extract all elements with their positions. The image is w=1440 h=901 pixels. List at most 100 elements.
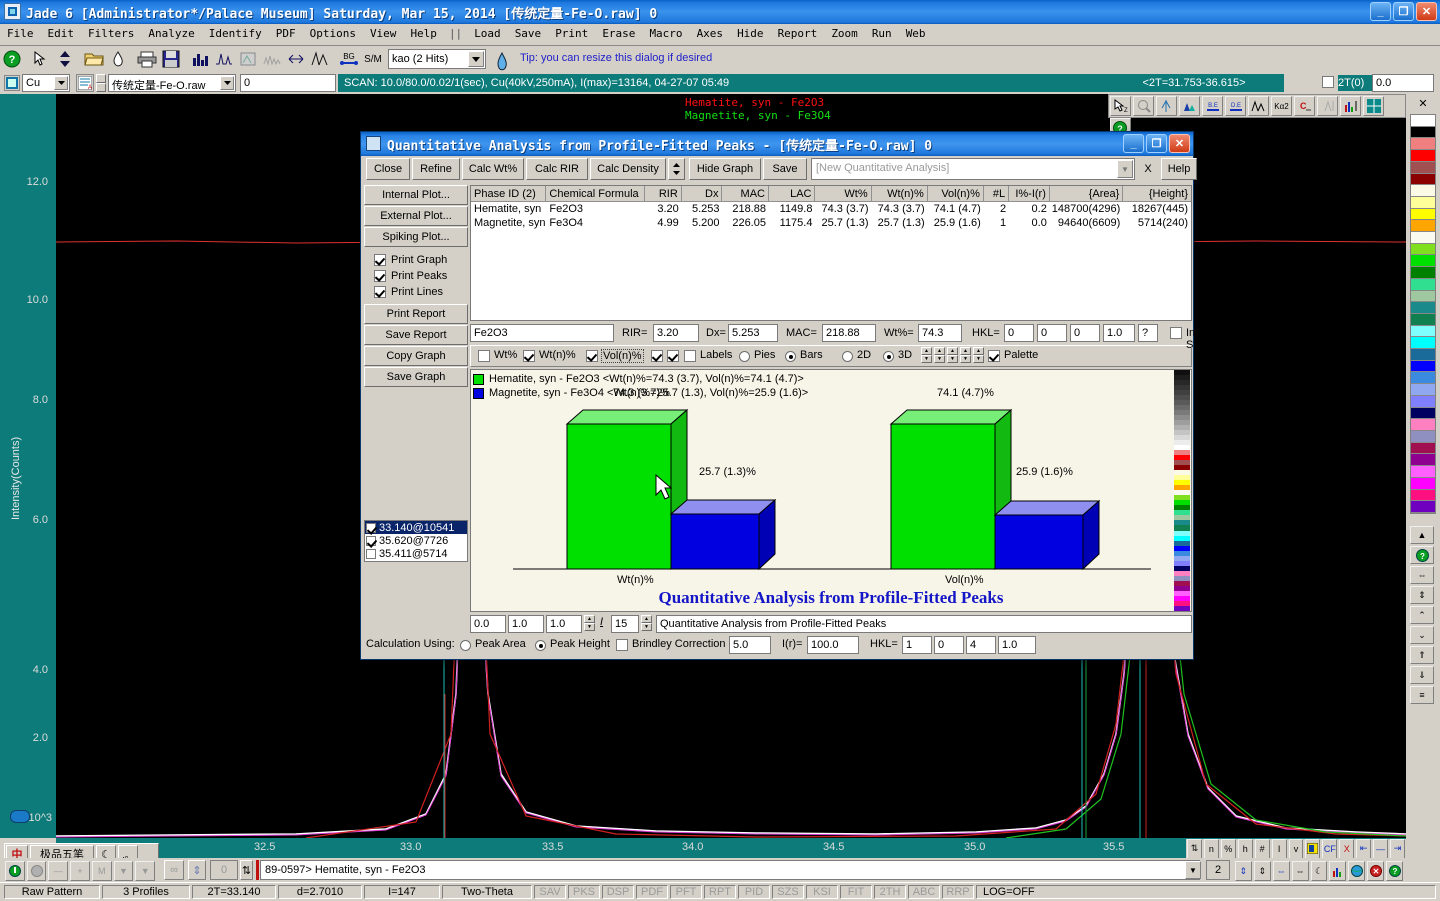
menu-item-save[interactable]: Save	[508, 24, 549, 43]
col-wt[interactable]: Wt%	[815, 186, 872, 201]
col-layers[interactable]: #L	[984, 186, 1010, 201]
hkl-mult-field[interactable]: 1.0	[1103, 324, 1135, 342]
checkbox-icon[interactable]	[366, 548, 376, 559]
updown-icon[interactable]: ⇕	[188, 860, 206, 880]
plus-icon[interactable]: +	[70, 861, 90, 881]
dialog-maximize-button[interactable]: ❐	[1146, 134, 1167, 153]
brindley-field[interactable]: 5.0	[729, 636, 771, 654]
two-theta-checkbox[interactable]	[1322, 76, 1334, 88]
menu-item-analyze[interactable]: Analyze	[141, 24, 201, 43]
palette-swatch[interactable]	[1411, 313, 1435, 326]
italic-style-button[interactable]: I	[600, 616, 603, 628]
menu-item-macro[interactable]: Macro	[642, 24, 689, 43]
menu-item-help[interactable]: Help	[403, 24, 444, 43]
calc-density-button[interactable]: Calc Density	[590, 158, 666, 180]
menu-item-zoom[interactable]: Zoom	[824, 24, 865, 43]
palette-checkbox[interactable]	[988, 350, 1000, 362]
palette-swatch[interactable]	[1411, 115, 1435, 127]
rir-field[interactable]: 3.20	[653, 324, 699, 342]
menu-item-web[interactable]: Web	[899, 24, 933, 43]
green-power-icon[interactable]	[5, 861, 25, 881]
font-size-spinner[interactable]: ▲ ▼	[641, 615, 652, 633]
palette-swatch[interactable]	[1411, 126, 1435, 139]
menu-item-hide[interactable]: Hide	[730, 24, 771, 43]
col-lac[interactable]: LAC	[769, 186, 816, 201]
col-height[interactable]: {Height}	[1123, 186, 1191, 201]
palette-swatch[interactable]	[1411, 489, 1435, 502]
minus-icon[interactable]: —	[1373, 838, 1389, 859]
down-arrow2-icon[interactable]: ▼	[135, 861, 156, 881]
bg-icon[interactable]: BG	[338, 48, 360, 70]
magnifier-icon[interactable]	[1133, 96, 1154, 116]
palette-swatch[interactable]	[1411, 419, 1435, 431]
bars-radio[interactable]	[785, 351, 796, 362]
palette-swatch[interactable]	[1411, 477, 1435, 490]
close-button[interactable]: Close	[366, 158, 410, 180]
spiking-plot-button[interactable]: Spiking Plot...	[364, 227, 468, 247]
refine-button[interactable]: Refine	[412, 158, 460, 180]
palette-swatch[interactable]	[1411, 220, 1435, 233]
close-icon[interactable]: ✕	[1410, 94, 1436, 112]
moon-icon[interactable]: ☾	[1310, 861, 1328, 881]
palette-swatch[interactable]	[1411, 232, 1435, 244]
menu-item-identify[interactable]: Identify	[202, 24, 269, 43]
menu-item-options[interactable]: Options	[303, 24, 363, 43]
menu-item-print[interactable]: Print	[548, 24, 595, 43]
footer-hkl-mult-field[interactable]: 1.0	[998, 636, 1036, 654]
menu-item-load[interactable]: Load	[467, 24, 508, 43]
left-arrow-icon[interactable]: ⇤	[1356, 838, 1372, 859]
palette-swatch[interactable]	[1411, 185, 1435, 197]
globe-icon[interactable]	[1348, 861, 1366, 881]
list-item[interactable]: 35.620@7726	[365, 534, 467, 547]
save-icon[interactable]	[160, 48, 182, 70]
menu-item-file[interactable]: File	[0, 24, 41, 43]
analysis-name-combo[interactable]: [New Quantitative Analysis] ▼	[811, 158, 1135, 180]
palette-swatch[interactable]	[1411, 138, 1435, 151]
caption-field[interactable]: Quantitative Analysis from Profile-Fitte…	[656, 615, 1192, 633]
grid-icon[interactable]	[1363, 96, 1384, 116]
minimize-button[interactable]: _	[1370, 2, 1391, 21]
clear-analysis-button[interactable]: X	[1137, 158, 1159, 180]
updown-icon[interactable]: ⇕	[1410, 586, 1434, 604]
v-icon[interactable]: v	[1288, 838, 1304, 859]
font-size-field[interactable]: 15	[611, 615, 639, 633]
footer-spinner[interactable]: ▲ ▼	[584, 615, 595, 633]
menu-item-view[interactable]: View	[363, 24, 404, 43]
hkl-h-field[interactable]: 0	[1004, 324, 1034, 342]
palette-swatch[interactable]	[1411, 325, 1435, 338]
element-combo[interactable]: Cu	[22, 74, 70, 92]
density-spinner[interactable]	[668, 158, 685, 180]
waveform-icon[interactable]	[213, 48, 235, 70]
footer-val3-field[interactable]: 1.0	[546, 615, 582, 633]
wt-pct-checkbox[interactable]	[478, 350, 490, 362]
palette-swatch[interactable]	[1411, 430, 1435, 443]
menu-item-pdf[interactable]: PDF	[269, 24, 303, 43]
updown-icon[interactable]	[54, 48, 76, 70]
peak-height-radio[interactable]	[535, 640, 546, 651]
peaks-icon[interactable]	[309, 48, 331, 70]
dialog-window-controls[interactable]: _ ❐ ✕	[1123, 134, 1190, 153]
help-button[interactable]: Help	[1161, 158, 1197, 180]
bar-chart-icon[interactable]	[1329, 861, 1347, 881]
hide-graph-button[interactable]: Hide Graph	[689, 158, 761, 180]
percent-icon[interactable]: %	[1220, 838, 1236, 859]
peaks-icon[interactable]	[1248, 96, 1269, 116]
pies-radio[interactable]	[739, 351, 750, 362]
mac-field[interactable]: 218.88	[822, 324, 876, 342]
palette-swatch[interactable]	[1411, 255, 1435, 268]
calc-wt-button[interactable]: Calc Wt%	[462, 158, 524, 180]
double-down-icon[interactable]: ⇓	[1410, 666, 1434, 684]
palette-swatch[interactable]	[1411, 278, 1435, 291]
peak-list[interactable]: 33.140@10541 35.620@7726 35.411@5714	[364, 520, 468, 562]
scale-icon[interactable]	[1317, 96, 1338, 116]
leftright-black-icon[interactable]: ⇔	[1291, 861, 1309, 881]
save-button[interactable]: Save	[763, 158, 807, 180]
quant-bar-chart[interactable]: Hematite, syn - Fe2O3 <Wt(n)%=74.3 (3.7)…	[470, 369, 1192, 612]
palette-swatch[interactable]	[1411, 372, 1435, 385]
updown-black-icon[interactable]: ⇕	[1253, 861, 1271, 881]
wtn-pct-checkbox[interactable]	[523, 350, 535, 362]
de-icon[interactable]: D.E	[1225, 96, 1246, 116]
menu-item-run[interactable]: Run	[865, 24, 899, 43]
col-mac[interactable]: MAC	[722, 186, 769, 201]
chevron-up-icon[interactable]: ⌃	[1410, 606, 1434, 624]
